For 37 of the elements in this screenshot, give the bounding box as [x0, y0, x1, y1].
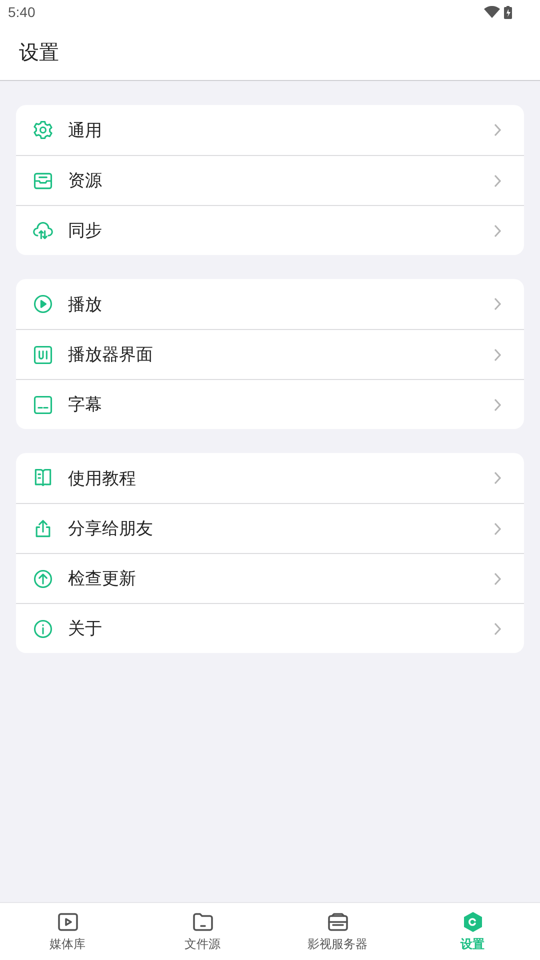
settings-item[interactable]: 资源: [16, 155, 524, 205]
folder-icon: [190, 910, 214, 934]
play-box-icon: [56, 910, 80, 934]
settings-item[interactable]: 字幕: [16, 379, 524, 429]
book-icon: [32, 467, 54, 489]
chevron-right-icon: [492, 348, 504, 362]
settings-item[interactable]: 播放: [16, 279, 524, 329]
chevron-right-icon: [492, 522, 504, 536]
status-time: 5:40: [8, 4, 36, 20]
wifi-icon: [484, 6, 500, 18]
nav-tab[interactable]: 影视服务器: [270, 903, 405, 960]
settings-item[interactable]: 同步: [16, 205, 524, 255]
gear-icon: [32, 119, 54, 141]
settings-item[interactable]: 分享给朋友: [16, 503, 524, 553]
settings-item[interactable]: 使用教程: [16, 453, 524, 503]
ui-box-icon: [32, 344, 54, 366]
settings-item[interactable]: 关于: [16, 603, 524, 653]
play-icon: [32, 293, 54, 315]
nav-tab[interactable]: 文件源: [135, 903, 270, 960]
cloud-icon: [32, 220, 54, 242]
chevron-right-icon: [492, 572, 504, 586]
subtitle-icon: [32, 394, 54, 416]
chevron-right-icon: [492, 622, 504, 636]
chevron-right-icon: [492, 398, 504, 412]
battery-icon: [504, 6, 512, 18]
chevron-right-icon: [492, 297, 504, 311]
chevron-right-icon: [492, 224, 504, 238]
info-icon: [32, 618, 54, 640]
server-icon: [326, 910, 350, 934]
settings-item[interactable]: 通用: [16, 105, 524, 155]
page-title: 设置: [19, 38, 59, 66]
chevron-right-icon: [492, 471, 504, 485]
chevron-right-icon: [492, 123, 504, 137]
nav-tab[interactable]: 媒体库: [0, 903, 135, 960]
chevron-right-icon: [492, 174, 504, 188]
settings-item[interactable]: 检查更新: [16, 553, 524, 603]
settings-item[interactable]: 播放器界面: [16, 329, 524, 379]
